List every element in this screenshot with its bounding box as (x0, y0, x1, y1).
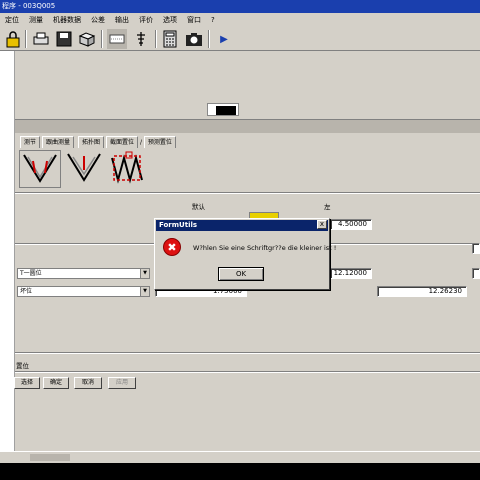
status-field (30, 454, 70, 461)
left-ruler (0, 51, 15, 451)
menu-item-position[interactable]: 定位 (0, 13, 24, 27)
camera-icon[interactable] (184, 29, 204, 49)
profile-thumbnail-2[interactable] (64, 150, 106, 188)
dialog-title-bar: FormUtils (156, 220, 328, 231)
status-bar (0, 451, 480, 463)
right-edge-field-1[interactable] (472, 243, 480, 254)
toolbar: ▶ (0, 27, 480, 51)
save-icon[interactable] (54, 29, 74, 49)
menu-item-tolerance[interactable]: 公差 (86, 13, 110, 27)
section-label: 置位 (16, 362, 29, 370)
calculator-icon[interactable] (160, 29, 180, 49)
profile-thumbnail-3[interactable] (108, 150, 150, 188)
splitter[interactable] (15, 119, 480, 133)
menu-item-output[interactable]: 输出 (110, 13, 134, 27)
left-value-field[interactable]: 4.50000 (330, 219, 372, 230)
mid-value-field[interactable]: 12.12000 (330, 268, 372, 279)
menu-item-help[interactable]: ? (206, 13, 220, 27)
dialog-title: FormUtils (159, 221, 198, 229)
ok-button[interactable]: OK (218, 267, 264, 281)
error-icon: ✖ (163, 238, 181, 256)
tab-measure-section[interactable]: 测节 (20, 136, 41, 148)
graphics-area (15, 51, 480, 119)
message-dialog: FormUtils x ✖ W?hlen Sie eine Schriftgr?… (154, 218, 336, 290)
menu-item-measure[interactable]: 测量 (24, 13, 48, 27)
right-edge-field-2[interactable] (472, 268, 480, 279)
gauge-icon[interactable] (107, 29, 127, 49)
tab-separator: / (139, 139, 142, 146)
menu-item-evaluate[interactable]: 评价 (134, 13, 158, 27)
tab-predict-position[interactable]: 预测置位 (143, 136, 176, 148)
menu-item-options[interactable]: 选项 (158, 13, 182, 27)
part-model (207, 103, 239, 116)
menu-bar: 定位 测量 机器数据 公差 输出 评价 选项 窗口? (0, 13, 480, 27)
confirm-button[interactable]: 确定 (43, 377, 69, 389)
dialog-message: W?hlen Sie eine Schriftgr??e die kleiner… (193, 244, 337, 252)
secondary-feature-select[interactable]: 坏位 ▼ (17, 286, 150, 297)
profile-thumbnail-1[interactable] (19, 150, 61, 188)
default-label: 默认 (192, 203, 205, 211)
menu-item-window[interactable]: 窗口 (182, 13, 206, 27)
apply-button[interactable]: 应用 (108, 377, 136, 389)
close-icon[interactable]: x (317, 220, 327, 229)
tab-section-position[interactable]: 截面置位 (106, 136, 139, 148)
chevron-down-icon[interactable]: ▼ (140, 269, 149, 278)
lock-icon[interactable] (3, 29, 23, 49)
tab-curve-measure[interactable]: 跟曲测量 (42, 136, 75, 148)
probe-icon[interactable] (131, 29, 151, 49)
box-icon[interactable] (77, 29, 97, 49)
print-icon[interactable] (31, 29, 51, 49)
window-title: 程序 - 003Q005 (2, 2, 56, 10)
right-value-field[interactable]: 12.26230 (377, 286, 467, 297)
primary-feature-select[interactable]: T一圆位 ▼ (17, 268, 150, 279)
tab-topology[interactable]: 拓扑图 (78, 136, 105, 148)
chevron-down-icon[interactable]: ▼ (140, 287, 149, 296)
left-label: 左 (324, 203, 331, 211)
menu-item-machine-data[interactable]: 机器数据 (48, 13, 86, 27)
select-button[interactable]: 选择 (14, 377, 40, 389)
cancel-button[interactable]: 取消 (74, 377, 102, 389)
play-icon[interactable]: ▶ (214, 29, 234, 49)
title-bar: 程序 - 003Q005 (0, 0, 480, 13)
